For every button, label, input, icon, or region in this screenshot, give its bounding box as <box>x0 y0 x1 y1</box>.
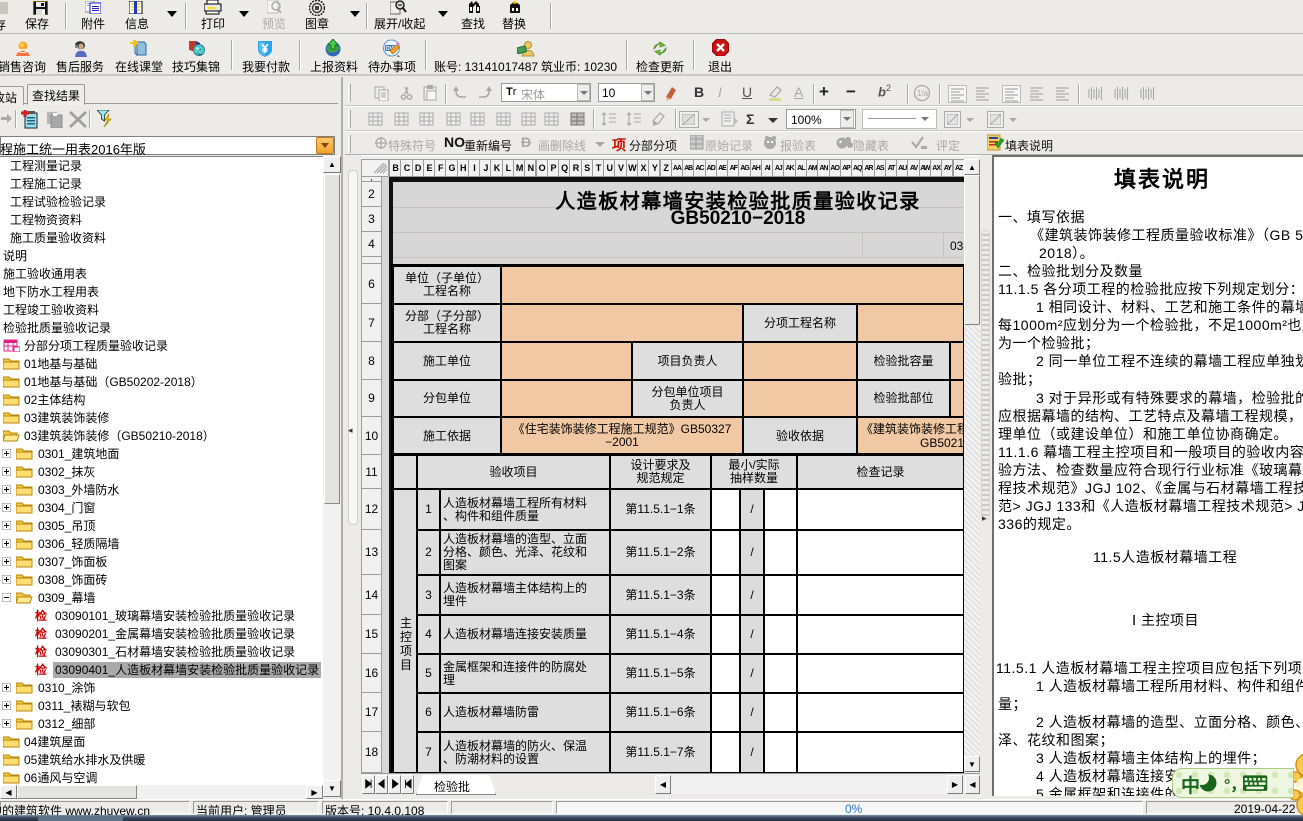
svg-text:1/a: 1/a <box>917 89 929 98</box>
